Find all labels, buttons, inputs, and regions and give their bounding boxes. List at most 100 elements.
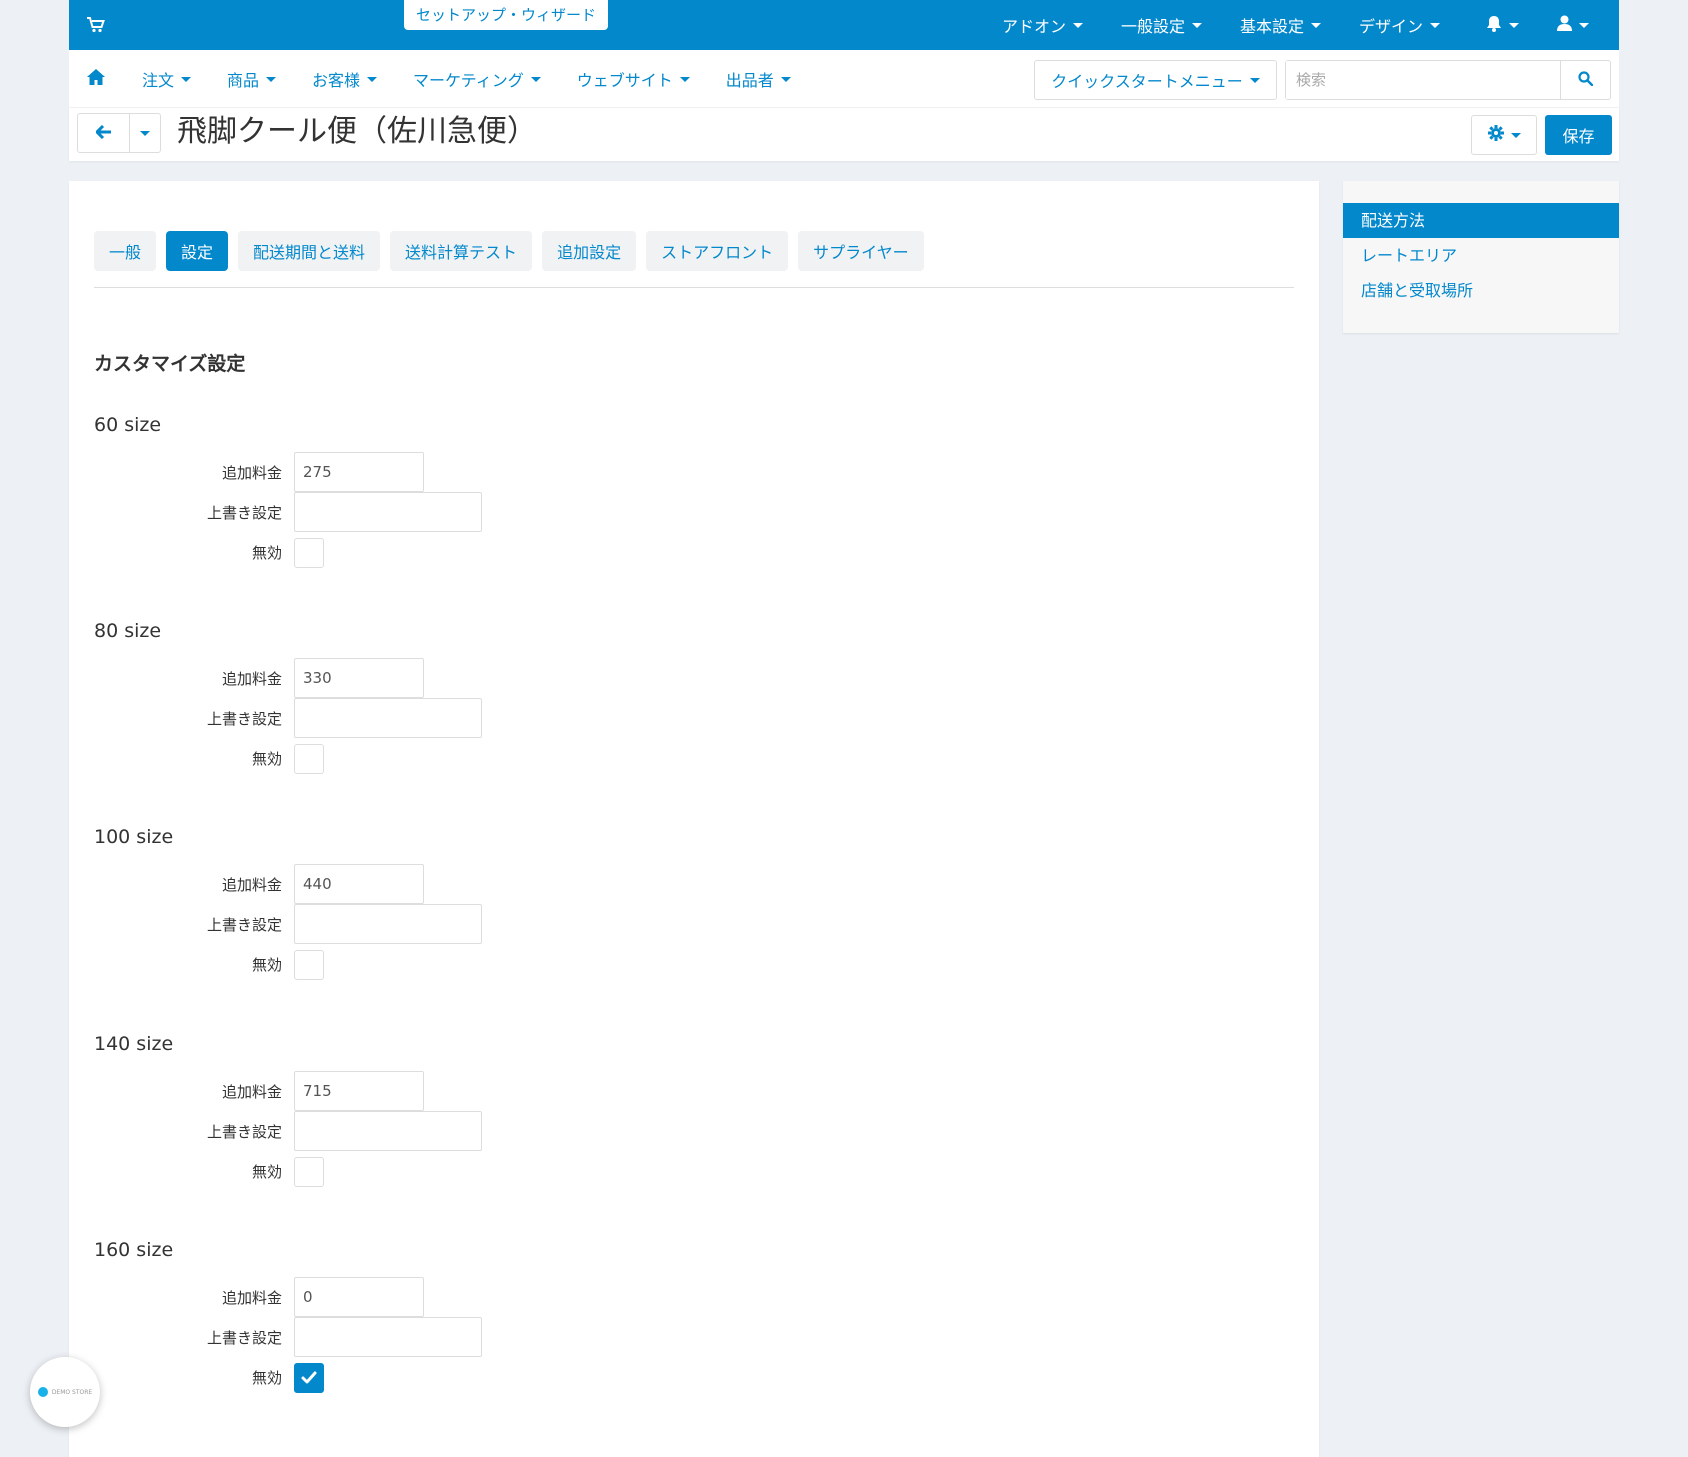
- override-input[interactable]: [294, 1111, 482, 1151]
- side-item-shipping-methods[interactable]: 配送方法: [1343, 203, 1619, 238]
- setup-wizard-button[interactable]: セットアップ・ウィザード: [404, 0, 609, 30]
- tab-additional-settings[interactable]: 追加設定: [542, 231, 637, 271]
- nav-orders[interactable]: 注文: [142, 67, 192, 91]
- nav-website[interactable]: ウェブサイト: [577, 67, 690, 91]
- tab-delivery-time-and-rates[interactable]: 配送期間と送料: [238, 231, 381, 271]
- override-row: 上書き設定: [94, 698, 694, 738]
- nav-customers-label: お客様: [312, 71, 361, 90]
- override-label: 上書き設定: [206, 1329, 282, 1347]
- main-panel: 一般 設定 配送期間と送料 送料計算テスト 追加設定 ストアフロント サプライヤ…: [69, 181, 1319, 1457]
- override-label: 上書き設定: [206, 504, 282, 522]
- disabled-checkbox[interactable]: [294, 744, 324, 774]
- disabled-row: 無効: [94, 1151, 694, 1191]
- side-panel: 配送方法 レートエリア 店舗と受取場所: [1343, 181, 1619, 333]
- tabs-divider: [94, 287, 1294, 288]
- back-dropdown-button[interactable]: [130, 114, 160, 152]
- nav-marketing[interactable]: マーケティング: [413, 67, 541, 91]
- disabled-checkbox[interactable]: [294, 950, 324, 980]
- save-button[interactable]: 保存: [1545, 115, 1612, 155]
- notifications-menu[interactable]: [1486, 15, 1519, 36]
- size-group-title: 140 size: [94, 1033, 174, 1055]
- disabled-row: 無効: [94, 1357, 694, 1397]
- caret-down-icon: [530, 76, 541, 82]
- nav-items: 注文 商品 お客様 マーケティング ウェブサイト 出品者: [142, 50, 827, 108]
- tab-settings[interactable]: 設定: [166, 231, 229, 271]
- nav-products-label: 商品: [227, 71, 260, 90]
- bell-icon: [1486, 15, 1502, 36]
- override-label: 上書き設定: [206, 710, 282, 728]
- override-input[interactable]: [294, 904, 482, 944]
- surcharge-input[interactable]: 440: [294, 864, 424, 904]
- menu-design-label: デザイン: [1358, 17, 1423, 36]
- caret-down-icon: [1509, 22, 1519, 28]
- nav-vendors[interactable]: 出品者: [726, 67, 791, 91]
- side-item-rate-areas[interactable]: レートエリア: [1343, 238, 1619, 273]
- disabled-checkbox-checked[interactable]: [294, 1363, 324, 1393]
- override-row: 上書き設定: [94, 492, 694, 532]
- main-nav: 注文 商品 お客様 マーケティング ウェブサイト 出品者 クイックスタートメニュ…: [69, 50, 1619, 108]
- nav-orders-label: 注文: [142, 71, 175, 90]
- top-menu: アドオン 一般設定 基本設定 デザイン: [964, 0, 1589, 50]
- surcharge-label: 追加料金: [221, 670, 282, 688]
- caret-down-icon: [1191, 22, 1202, 28]
- surcharge-input[interactable]: 715: [294, 1071, 424, 1111]
- caret-down-icon: [181, 76, 192, 82]
- override-row: 上書き設定: [94, 904, 694, 944]
- disabled-label: 無効: [251, 544, 282, 562]
- menu-general-settings-label: 一般設定: [1120, 17, 1185, 36]
- user-menu[interactable]: [1557, 15, 1589, 35]
- quickstart-label: クイックスタートメニュー: [1051, 72, 1243, 91]
- tab-storefronts[interactable]: ストアフロント: [646, 231, 789, 271]
- menu-addons[interactable]: アドオン: [1002, 13, 1083, 37]
- override-input[interactable]: [294, 1317, 482, 1357]
- override-label: 上書き設定: [206, 1123, 282, 1141]
- size-group-title: 60 size: [94, 414, 162, 436]
- caret-down-icon: [1310, 22, 1321, 28]
- override-input[interactable]: [294, 492, 482, 532]
- tab-shipping-test[interactable]: 送料計算テスト: [390, 231, 533, 271]
- disabled-label: 無効: [251, 1163, 282, 1181]
- surcharge-input[interactable]: 275: [294, 452, 424, 492]
- menu-design[interactable]: デザイン: [1359, 13, 1440, 37]
- search-box: [1285, 60, 1611, 100]
- top-bar: セットアップ・ウィザード アドオン 一般設定 基本設定 デザイン: [69, 0, 1619, 50]
- disabled-checkbox[interactable]: [294, 538, 324, 568]
- caret-down-icon: [266, 76, 277, 82]
- disabled-label: 無効: [251, 956, 282, 974]
- tabs: 一般 設定 配送期間と送料 送料計算テスト 追加設定 ストアフロント サプライヤ…: [94, 231, 934, 271]
- size-group-60: 60 size 追加料金 275 上書き設定 無効: [94, 414, 694, 594]
- home-icon[interactable]: [87, 69, 105, 85]
- caret-down-icon: [1579, 22, 1589, 28]
- caret-down-icon: [1072, 22, 1083, 28]
- override-row: 上書き設定: [94, 1111, 694, 1151]
- back-button-group: [77, 113, 161, 153]
- surcharge-label: 追加料金: [221, 876, 282, 894]
- disabled-row: 無効: [94, 944, 694, 984]
- surcharge-row: 追加料金 0: [94, 1277, 694, 1317]
- demo-store-badge[interactable]: DEMO STORE: [30, 1357, 100, 1427]
- page-title: 飛脚クール便（佐川急便）: [177, 114, 537, 149]
- menu-general-settings[interactable]: 一般設定: [1121, 13, 1202, 37]
- override-input[interactable]: [294, 698, 482, 738]
- nav-products[interactable]: 商品: [227, 67, 277, 91]
- tab-suppliers[interactable]: サプライヤー: [798, 231, 924, 271]
- search-input[interactable]: [1286, 61, 1560, 99]
- menu-basic-settings[interactable]: 基本設定: [1240, 13, 1321, 37]
- caret-down-icon: [1430, 22, 1440, 28]
- tab-general[interactable]: 一般: [94, 231, 157, 271]
- surcharge-input[interactable]: 0: [294, 1277, 424, 1317]
- cart-icon[interactable]: [87, 17, 105, 33]
- settings-dropdown-button[interactable]: [1471, 115, 1537, 155]
- size-group-80: 80 size 追加料金 330 上書き設定 無効: [94, 620, 694, 800]
- search-button[interactable]: [1560, 61, 1610, 99]
- side-item-stores-pickup[interactable]: 店舗と受取場所: [1343, 273, 1619, 308]
- caret-down-icon: [780, 76, 791, 82]
- nav-vendors-label: 出品者: [725, 71, 774, 90]
- surcharge-input[interactable]: 330: [294, 658, 424, 698]
- quickstart-menu-button[interactable]: クイックスタートメニュー: [1034, 60, 1277, 100]
- nav-customers[interactable]: お客様: [312, 67, 378, 91]
- size-group-title: 80 size: [94, 620, 162, 642]
- back-button[interactable]: [78, 114, 130, 152]
- disabled-checkbox[interactable]: [294, 1157, 324, 1187]
- menu-basic-settings-label: 基本設定: [1239, 17, 1304, 36]
